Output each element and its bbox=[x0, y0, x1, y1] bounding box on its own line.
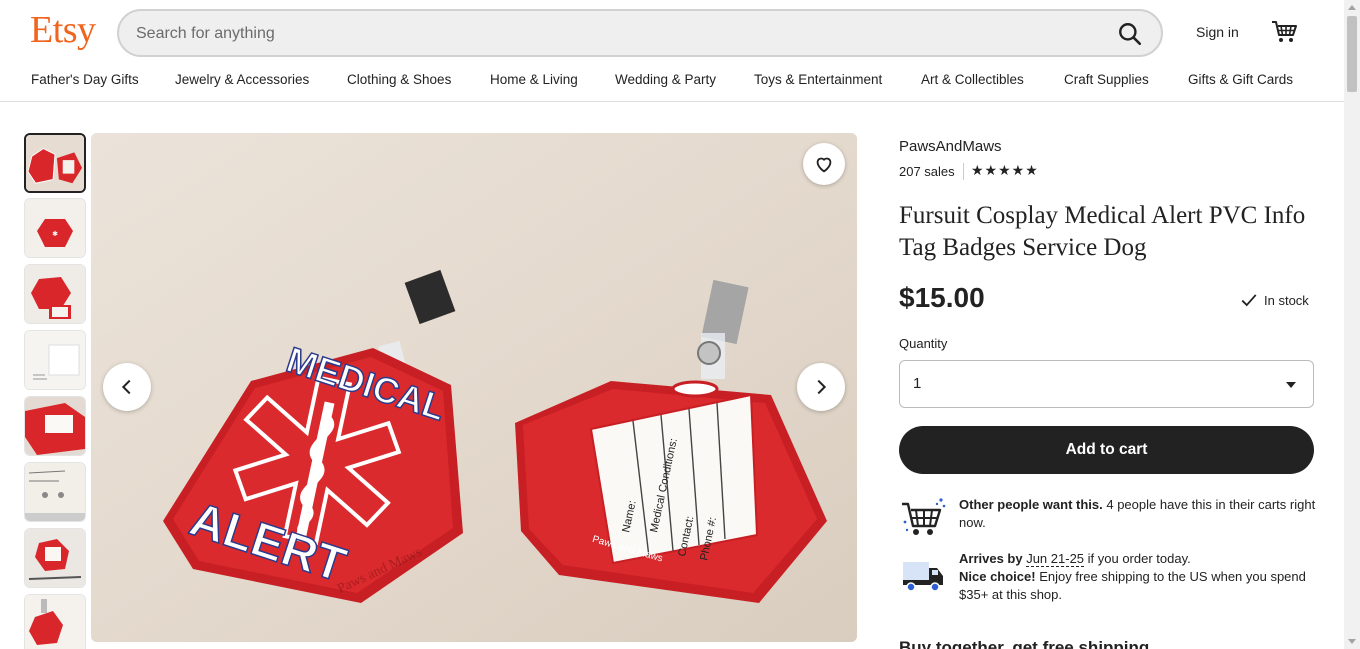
thumbnail-4[interactable] bbox=[24, 330, 86, 390]
search-icon[interactable] bbox=[1117, 21, 1143, 47]
arrives-suffix: if you order today. bbox=[1084, 551, 1191, 566]
sales-count: 207 sales bbox=[899, 164, 955, 179]
shipping-notice: Arrives by Jun 21-25 if you order today.… bbox=[899, 550, 1319, 606]
previous-image-button[interactable] bbox=[103, 363, 151, 411]
chevron-right-icon bbox=[817, 379, 827, 395]
category-wedding[interactable]: Wedding & Party bbox=[615, 72, 716, 87]
category-craft[interactable]: Craft Supplies bbox=[1064, 72, 1149, 87]
svg-text:✱: ✱ bbox=[52, 230, 58, 238]
shipping-bold: Nice choice! bbox=[959, 569, 1036, 584]
thumbnail-1[interactable] bbox=[24, 133, 86, 193]
category-home[interactable]: Home & Living bbox=[490, 72, 578, 87]
next-image-button[interactable] bbox=[797, 363, 845, 411]
add-to-cart-button[interactable]: Add to cart bbox=[899, 426, 1314, 474]
scroll-down-arrow[interactable] bbox=[1348, 639, 1356, 644]
category-nav: Father's Day Gifts Jewelry & Accessories… bbox=[0, 72, 1344, 92]
page-scrollbar[interactable] bbox=[1344, 0, 1360, 649]
stock-status: In stock bbox=[1240, 291, 1309, 309]
quantity-label: Quantity bbox=[899, 336, 948, 351]
category-fathers-day[interactable]: Father's Day Gifts bbox=[31, 72, 139, 87]
category-toys[interactable]: Toys & Entertainment bbox=[754, 72, 882, 87]
quantity-value: 1 bbox=[913, 375, 922, 392]
chevron-down-icon bbox=[1286, 382, 1296, 388]
thumbnail-2[interactable]: ✱ bbox=[24, 198, 86, 258]
thumbnail-7[interactable] bbox=[24, 528, 86, 588]
arrives-date[interactable]: Jun 21-25 bbox=[1026, 551, 1085, 567]
cart-demand-icon bbox=[899, 496, 947, 540]
heart-icon bbox=[816, 157, 832, 173]
cart-icon[interactable] bbox=[1270, 18, 1298, 46]
thumbnail-3[interactable] bbox=[24, 264, 86, 324]
site-header: Etsy Sign in Father's Day Gifts Jewelry … bbox=[0, 0, 1344, 102]
demand-notice: Other people want this. 4 people have th… bbox=[899, 496, 1319, 540]
check-icon bbox=[1241, 294, 1257, 307]
thumbnail-5[interactable] bbox=[24, 396, 86, 456]
chevron-left-icon bbox=[121, 379, 131, 395]
category-jewelry[interactable]: Jewelry & Accessories bbox=[175, 72, 309, 87]
listing-title: Fursuit Cosplay Medical Alert PVC Info T… bbox=[899, 202, 1306, 261]
price: $15.00 bbox=[899, 282, 985, 313]
etsy-logo[interactable]: Etsy bbox=[30, 8, 96, 52]
shop-name-link[interactable]: PawsAndMaws bbox=[899, 138, 1002, 155]
product-photo: MEDICAL ALERT Paws and Maws Name: Medica… bbox=[91, 133, 857, 642]
favorite-button[interactable] bbox=[803, 143, 845, 185]
scroll-thumb[interactable] bbox=[1347, 16, 1357, 92]
arrives-prefix: Arrives by bbox=[959, 551, 1027, 566]
rating-stars[interactable]: ★★★★★ bbox=[971, 162, 1039, 179]
search-input[interactable] bbox=[136, 22, 1096, 46]
divider bbox=[963, 163, 964, 180]
stock-label: In stock bbox=[1264, 292, 1309, 308]
search-bar[interactable] bbox=[117, 9, 1163, 57]
thumbnail-8[interactable] bbox=[24, 594, 86, 649]
truck-icon bbox=[899, 556, 947, 600]
category-gifts[interactable]: Gifts & Gift Cards bbox=[1188, 72, 1293, 87]
scroll-up-arrow[interactable] bbox=[1348, 5, 1356, 10]
listing-main-image[interactable]: MEDICAL ALERT Paws and Maws Name: Medica… bbox=[91, 133, 857, 642]
category-clothing[interactable]: Clothing & Shoes bbox=[347, 72, 451, 87]
thumbnail-6[interactable] bbox=[24, 462, 86, 522]
category-art[interactable]: Art & Collectibles bbox=[921, 72, 1024, 87]
demand-bold: Other people want this. bbox=[959, 497, 1103, 512]
buy-together-heading: Buy together, get free shipping bbox=[899, 638, 1150, 649]
sign-in-link[interactable]: Sign in bbox=[1196, 24, 1239, 40]
quantity-select[interactable]: 1 bbox=[899, 360, 1314, 408]
